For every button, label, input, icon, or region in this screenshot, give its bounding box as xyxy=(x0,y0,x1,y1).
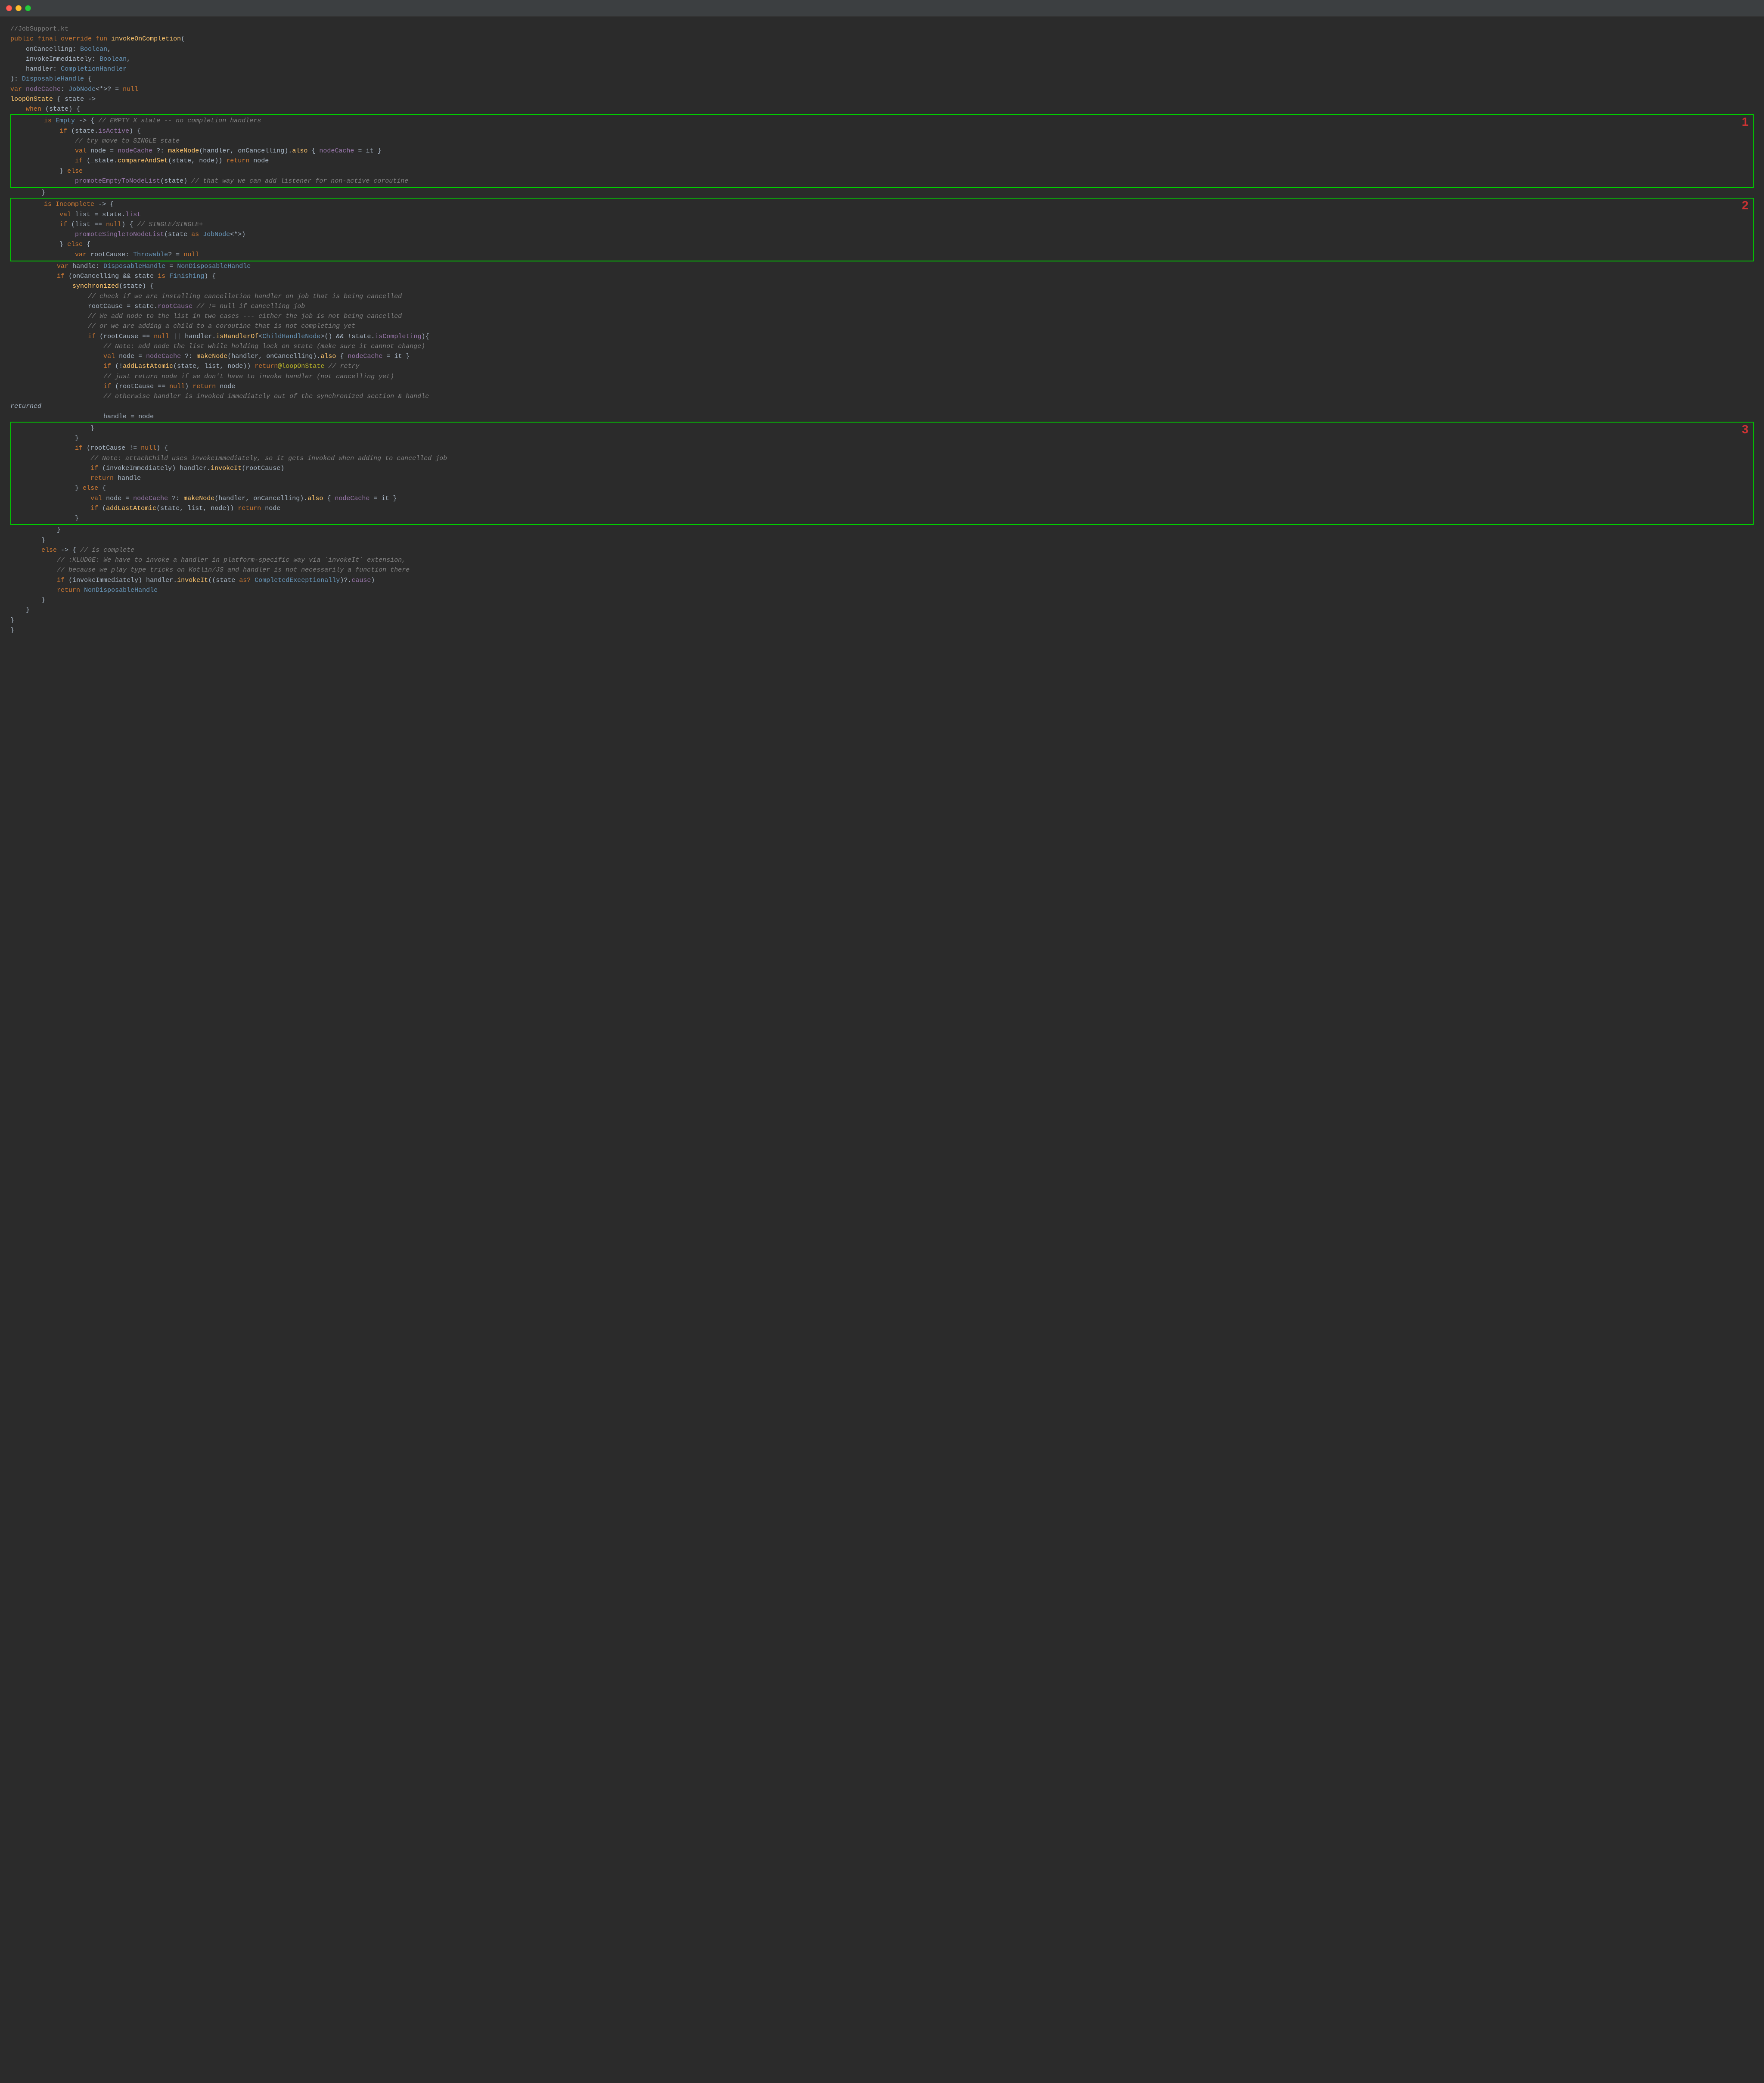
box-2: 2 is Incomplete -> { val list = state.li… xyxy=(10,198,1754,261)
line-after-box2-5: rootCause = state.rootCause // != null i… xyxy=(10,302,1754,311)
code-area: //JobSupport.kt public final override fu… xyxy=(0,16,1764,646)
line-after-box2-13: if (rootCause == null) return node xyxy=(10,382,1754,392)
box2-line-1: is Incomplete -> { xyxy=(13,199,1751,209)
line-after-box2-4: // check if we are installing cancellati… xyxy=(10,292,1754,302)
line-after-box2-3: synchronized(state) { xyxy=(10,281,1754,291)
line-after-box2-14: // otherwise handler is invoked immediat… xyxy=(10,392,1754,401)
box1-line-2: if (state.isActive) { xyxy=(13,126,1751,136)
close-button[interactable] xyxy=(6,5,12,11)
box1-line-4: val node = nodeCache ?: makeNode(handler… xyxy=(13,146,1751,156)
box3-line-5: return handle xyxy=(13,473,1751,483)
line-filename: //JobSupport.kt xyxy=(10,24,1754,34)
line-close-1: } xyxy=(10,525,1754,535)
box-3: 3 } } if (rootCause != null) { // Note: … xyxy=(10,422,1754,525)
minimize-button[interactable] xyxy=(16,5,22,11)
box2-line-2: val list = state.list xyxy=(13,210,1751,220)
line-7: loopOnState { state -> xyxy=(10,94,1754,104)
box3-line-8: if (addLastAtomic(state, list, node)) re… xyxy=(13,504,1751,513)
line-after-box2-1: var handle: DisposableHandle = NonDispos… xyxy=(10,261,1754,271)
title-bar xyxy=(0,0,1764,16)
line-close-loop: } xyxy=(10,616,1754,625)
line-after-box2-2: if (onCancelling && state is Finishing) … xyxy=(10,271,1754,281)
box2-line-6: var rootCause: Throwable? = null xyxy=(13,250,1751,260)
line-5: ): DisposableHandle { xyxy=(10,74,1754,84)
line-returned: returned xyxy=(10,401,1754,411)
line-after-box2-11: if (!addLastAtomic(state, list, node)) r… xyxy=(10,361,1754,371)
box1-line-1: is Empty -> { // EMPTY_X state -- no com… xyxy=(13,116,1751,126)
box1-line-6: } else xyxy=(13,166,1751,176)
line-close-2: } xyxy=(10,535,1754,545)
box-label-3: 3 xyxy=(1742,423,1748,435)
box-2-wrapper: 2 is Incomplete -> { val list = state.li… xyxy=(10,198,1754,261)
line-kludge2: // because we play type tricks on Kotlin… xyxy=(10,565,1754,575)
box3-line-2: if (rootCause != null) { xyxy=(13,443,1751,453)
line-after-box2-6: // We add node to the list in two cases … xyxy=(10,311,1754,321)
box-1-wrapper: 1 is Empty -> { // EMPTY_X state -- no c… xyxy=(10,114,1754,188)
line-after-box2-12: // just return node if we don't have to … xyxy=(10,372,1754,382)
line-invoke-imm: if (invokeImmediately) handler.invokeIt(… xyxy=(10,575,1754,585)
line-2: onCancelling: Boolean, xyxy=(10,44,1754,54)
line-between-1-2: } xyxy=(10,188,1754,198)
box3-line-3: // Note: attachChild uses invokeImmediat… xyxy=(13,454,1751,463)
line-after-box2-15: handle = node xyxy=(10,412,1754,422)
box1-line-5: if (_state.compareAndSet(state, node)) r… xyxy=(13,156,1751,166)
line-else-complete: else -> { // is complete xyxy=(10,545,1754,555)
line-4: handler: CompletionHandler xyxy=(10,64,1754,74)
window: //JobSupport.kt public final override fu… xyxy=(0,0,1764,2083)
line-3: invokeImmediately: Boolean, xyxy=(10,54,1754,64)
line-close-fn: } xyxy=(10,625,1754,635)
box3-line-9: } xyxy=(13,513,1751,523)
line-6: var nodeCache: JobNode<*>? = null xyxy=(10,84,1754,94)
line-after-box2-10: val node = nodeCache ?: makeNode(handler… xyxy=(10,351,1754,361)
box3-line-4: if (invokeImmediately) handler.invokeIt(… xyxy=(13,463,1751,473)
box2-line-4: promoteSingleToNodeList(state as JobNode… xyxy=(13,230,1751,239)
box2-line-3: if (list == null) { // SINGLE/SINGLE+ xyxy=(13,220,1751,230)
box-1: 1 is Empty -> { // EMPTY_X state -- no c… xyxy=(10,114,1754,188)
line-kludge: // :KLUDGE: We have to invoke a handler … xyxy=(10,555,1754,565)
box3-line-7: val node = nodeCache ?: makeNode(handler… xyxy=(13,494,1751,504)
box3-line-1: } xyxy=(13,433,1751,443)
line-close-when2: } xyxy=(10,605,1754,615)
box-label-1: 1 xyxy=(1742,116,1748,128)
box2-line-5: } else { xyxy=(13,239,1751,249)
line-after-box2-7: // or we are adding a child to a corouti… xyxy=(10,321,1754,331)
line-8: when (state) { xyxy=(10,104,1754,114)
box3-line-0: } xyxy=(13,423,1751,433)
line-close-when: } xyxy=(10,595,1754,605)
line-return-non: return NonDisposableHandle xyxy=(10,585,1754,595)
box1-line-3: // try move to SINGLE state xyxy=(13,136,1751,146)
box-3-wrapper: 3 } } if (rootCause != null) { // Note: … xyxy=(10,422,1754,525)
box-label-2: 2 xyxy=(1742,199,1748,211)
line-1: public final override fun invokeOnComple… xyxy=(10,34,1754,44)
box1-line-7: promoteEmptyToNodeList(state) // that wa… xyxy=(13,176,1751,186)
box3-line-6: } else { xyxy=(13,483,1751,493)
maximize-button[interactable] xyxy=(25,5,31,11)
line-after-box2-8: if (rootCause == null || handler.isHandl… xyxy=(10,332,1754,342)
line-after-box2-9: // Note: add node the list while holding… xyxy=(10,342,1754,351)
